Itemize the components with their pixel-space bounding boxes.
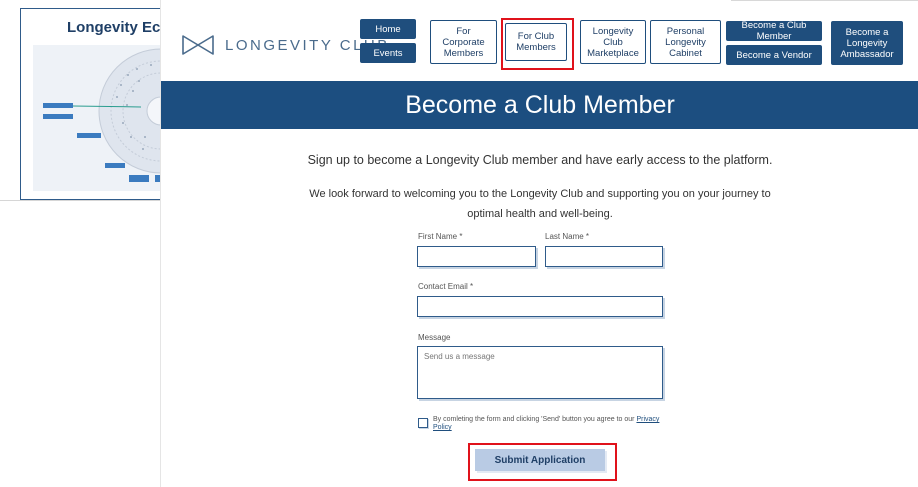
top-divider	[731, 0, 918, 1]
intro-text: Sign up to become a Longevity Club membe…	[307, 153, 773, 167]
background-card-title: Longevity Ec	[67, 19, 161, 36]
nav-for-club-members-button[interactable]: For Club Members	[505, 23, 567, 61]
page-banner: Become a Club Member	[161, 81, 918, 129]
contact-email-field[interactable]	[417, 296, 663, 317]
last-name-field[interactable]	[545, 246, 663, 267]
logo[interactable]: LONGEVITY CLUB	[181, 34, 390, 56]
main-page: LONGEVITY CLUB Home Events For Corporate…	[160, 0, 918, 487]
contact-email-label: Contact Email *	[418, 282, 474, 291]
submit-application-button[interactable]: Submit Application	[475, 449, 605, 471]
message-field[interactable]	[417, 346, 663, 399]
nav-become-club-member-button[interactable]: Become a Club Member	[726, 20, 822, 42]
nav-become-vendor-button[interactable]: Become a Vendor	[726, 45, 822, 65]
bowtie-logo-icon	[182, 35, 214, 55]
nav-for-corporate-members-button[interactable]: For Corporate Members	[430, 20, 497, 64]
first-name-label: First Name *	[418, 232, 463, 241]
message-label: Message	[418, 333, 451, 342]
consent-checkbox[interactable]	[418, 418, 428, 428]
nav-events-button[interactable]: Events	[360, 43, 416, 63]
welcome-text-line-2: optimal health and well-being.	[467, 208, 613, 220]
nav-home-button[interactable]: Home	[360, 19, 416, 39]
first-name-field[interactable]	[417, 246, 536, 267]
last-name-label: Last Name *	[545, 232, 590, 241]
consent-text-prefix: By comleting the form and clicking 'Send…	[433, 416, 637, 423]
nav-marketplace-button[interactable]: Longevity Club Marketplace	[580, 20, 646, 64]
welcome-text: We look forward to welcoming you to the …	[161, 184, 918, 224]
nav-become-ambassador-button[interactable]: Become a Longevity Ambassador	[831, 21, 903, 65]
page-title: Become a Club Member	[405, 90, 675, 119]
consent-text: By comleting the form and clicking 'Send…	[433, 416, 663, 432]
nav-personal-cabinet-button[interactable]: Personal Longevity Cabinet	[650, 20, 721, 64]
welcome-text-line-1: We look forward to welcoming you to the …	[309, 188, 771, 200]
background-divider	[0, 200, 160, 201]
